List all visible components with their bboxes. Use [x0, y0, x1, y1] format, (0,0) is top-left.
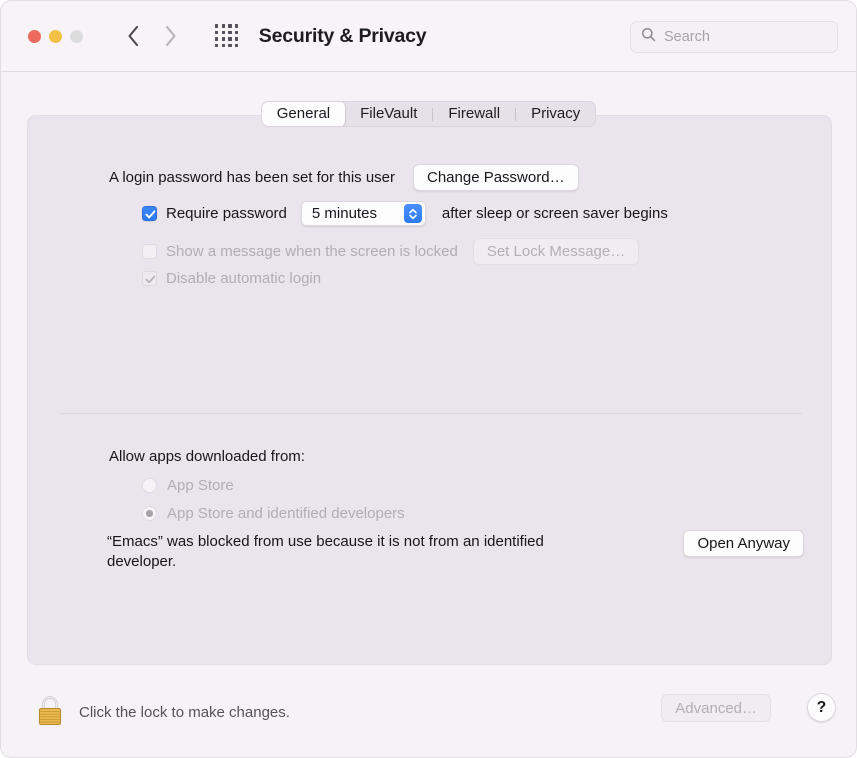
- open-anyway-button[interactable]: Open Anyway: [683, 530, 804, 557]
- search-field[interactable]: [630, 21, 838, 53]
- tab-firewall[interactable]: Firewall: [433, 102, 515, 126]
- tab-general[interactable]: General: [261, 102, 346, 126]
- close-button[interactable]: [28, 29, 41, 43]
- traffic-lights: [28, 29, 83, 43]
- require-password-checkbox[interactable]: [142, 206, 157, 221]
- app-store-identified-developers-radio-label: App Store and identified developers: [167, 505, 405, 522]
- tab-filevault[interactable]: FileVault: [345, 102, 432, 126]
- disable-automatic-login-checkbox[interactable]: [142, 271, 157, 286]
- minimize-button[interactable]: [49, 29, 62, 43]
- chevron-updown-icon: [403, 204, 422, 223]
- tab-privacy[interactable]: Privacy: [516, 102, 595, 126]
- tab-group: General FileVault Firewall Privacy: [260, 101, 597, 127]
- radio-app-store-row: App Store: [142, 477, 234, 494]
- show-all-grid-icon[interactable]: [215, 24, 239, 48]
- titlebar: Security & Privacy: [1, 1, 856, 72]
- require-password-suffix-label: after sleep or screen saver begins: [441, 205, 668, 222]
- advanced-button[interactable]: Advanced…: [661, 694, 771, 722]
- radio-app-store-identified-row: App Store and identified developers: [142, 505, 405, 522]
- section-divider: [59, 413, 802, 414]
- search-input[interactable]: [664, 29, 827, 45]
- show-lock-message-label: Show a message when the screen is locked: [166, 243, 458, 260]
- lock-caption-label: Click the lock to make changes.: [79, 704, 290, 721]
- show-lock-message-checkbox[interactable]: [142, 244, 157, 259]
- change-password-button[interactable]: Change Password…: [413, 164, 579, 191]
- login-password-status-label: A login password has been set for this u…: [109, 169, 395, 186]
- navigation-arrows: [125, 23, 179, 49]
- show-lock-message-row: Show a message when the screen is locked…: [142, 238, 640, 265]
- padlock-closed-icon[interactable]: [33, 693, 67, 729]
- general-settings-panel: A login password has been set for this u…: [27, 115, 832, 665]
- disable-automatic-login-row: Disable automatic login: [142, 270, 321, 287]
- page-title: Security & Privacy: [258, 24, 427, 47]
- help-button[interactable]: ?: [807, 693, 836, 722]
- login-password-row: A login password has been set for this u…: [109, 164, 579, 191]
- footer-bar: Click the lock to make changes. Advanced…: [1, 679, 856, 757]
- require-password-row: Require password 5 minutes after sleep o…: [142, 201, 668, 226]
- allow-apps-heading: Allow apps downloaded from:: [109, 448, 305, 465]
- require-password-label: Require password: [166, 205, 287, 222]
- password-delay-select[interactable]: 5 minutes: [300, 201, 426, 226]
- forward-chevron-right-icon[interactable]: [162, 23, 179, 49]
- set-lock-message-button[interactable]: Set Lock Message…: [472, 238, 640, 265]
- search-icon: [641, 27, 656, 47]
- zoom-button[interactable]: [70, 29, 83, 43]
- system-preferences-window: Security & Privacy General FileVault Fir…: [0, 0, 857, 758]
- back-chevron-left-icon[interactable]: [125, 23, 142, 49]
- password-delay-value: 5 minutes: [311, 205, 377, 222]
- app-store-radio[interactable]: [142, 478, 157, 493]
- disable-automatic-login-label: Disable automatic login: [166, 270, 322, 287]
- app-store-radio-label: App Store: [167, 477, 234, 494]
- blocked-app-message: “Emacs” was blocked from use because it …: [107, 533, 544, 570]
- tab-bar: General FileVault Firewall Privacy: [1, 72, 856, 127]
- app-store-identified-developers-radio[interactable]: [142, 506, 157, 521]
